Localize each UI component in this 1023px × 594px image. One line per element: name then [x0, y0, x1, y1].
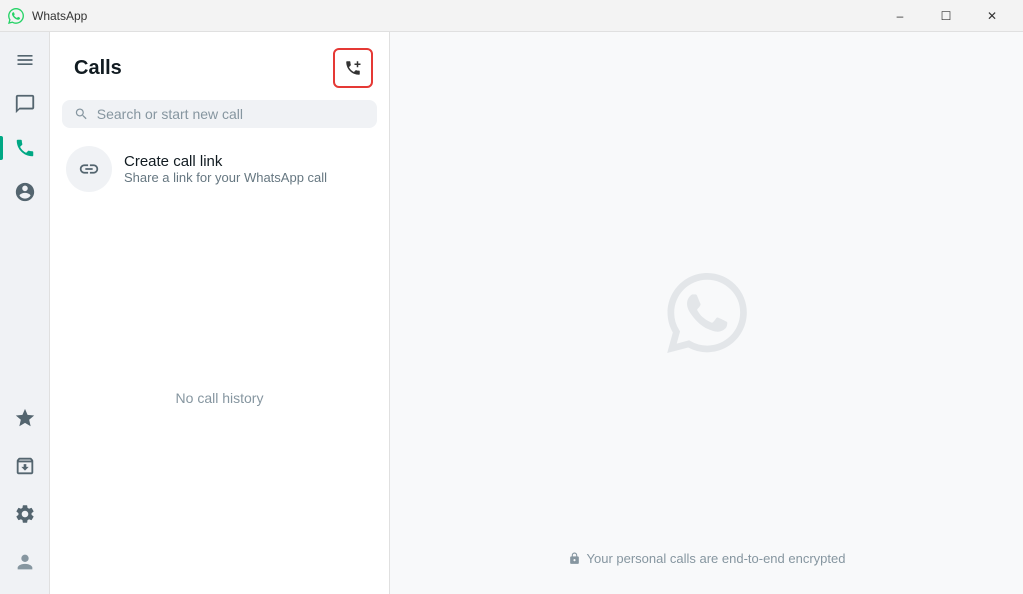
sidebar-item-calls[interactable]	[5, 128, 45, 168]
call-link-icon	[66, 146, 112, 192]
call-link-subtitle: Share a link for your WhatsApp call	[124, 170, 327, 185]
call-link-title: Create call link	[124, 153, 327, 170]
phone-plus-icon	[344, 59, 362, 77]
sidebar-item-starred[interactable]	[5, 398, 45, 438]
window-controls: – ☐ ✕	[877, 0, 1015, 32]
new-call-button[interactable]	[333, 48, 373, 88]
sidebar-nav-bottom	[5, 398, 45, 594]
sidebar-item-status[interactable]	[5, 172, 45, 212]
left-panel-header: Calls	[50, 32, 389, 96]
lock-icon	[568, 552, 581, 565]
encrypted-notice: Your personal calls are end-to-end encry…	[568, 551, 846, 566]
title-bar-left: WhatsApp	[8, 8, 87, 24]
encrypted-text: Your personal calls are end-to-end encry…	[587, 551, 846, 566]
page-title: Calls	[74, 57, 122, 80]
sidebar-nav	[0, 32, 50, 594]
calls-icon	[14, 137, 36, 159]
settings-icon	[14, 503, 36, 525]
whatsapp-logo-icon	[8, 8, 24, 24]
app-body: Calls Create call link	[0, 32, 1023, 594]
create-call-link-item[interactable]: Create call link Share a link for your W…	[50, 136, 389, 202]
sidebar-item-profile[interactable]	[5, 542, 45, 582]
left-panel: Calls Create call link	[50, 32, 390, 594]
sidebar-item-settings[interactable]	[5, 494, 45, 534]
app-title: WhatsApp	[32, 9, 87, 23]
search-input[interactable]	[97, 106, 365, 122]
sidebar-item-archived[interactable]	[5, 446, 45, 486]
sidebar-item-menu[interactable]	[5, 40, 45, 80]
chat-icon	[14, 93, 36, 115]
maximize-button[interactable]: ☐	[923, 0, 969, 32]
sidebar-item-chat[interactable]	[5, 84, 45, 124]
no-call-history: No call history	[50, 202, 389, 594]
minimize-button[interactable]: –	[877, 0, 923, 32]
title-bar: WhatsApp – ☐ ✕	[0, 0, 1023, 32]
call-link-info: Create call link Share a link for your W…	[124, 153, 327, 185]
link-icon	[78, 158, 100, 180]
profile-icon	[14, 551, 36, 573]
search-bar[interactable]	[62, 100, 377, 128]
search-icon	[74, 106, 89, 122]
menu-icon	[15, 50, 35, 70]
close-button[interactable]: ✕	[969, 0, 1015, 32]
status-icon	[14, 181, 36, 203]
right-panel: Your personal calls are end-to-end encry…	[390, 32, 1023, 594]
star-icon	[14, 407, 36, 429]
archive-icon	[14, 455, 36, 477]
whatsapp-watermark	[667, 273, 747, 353]
